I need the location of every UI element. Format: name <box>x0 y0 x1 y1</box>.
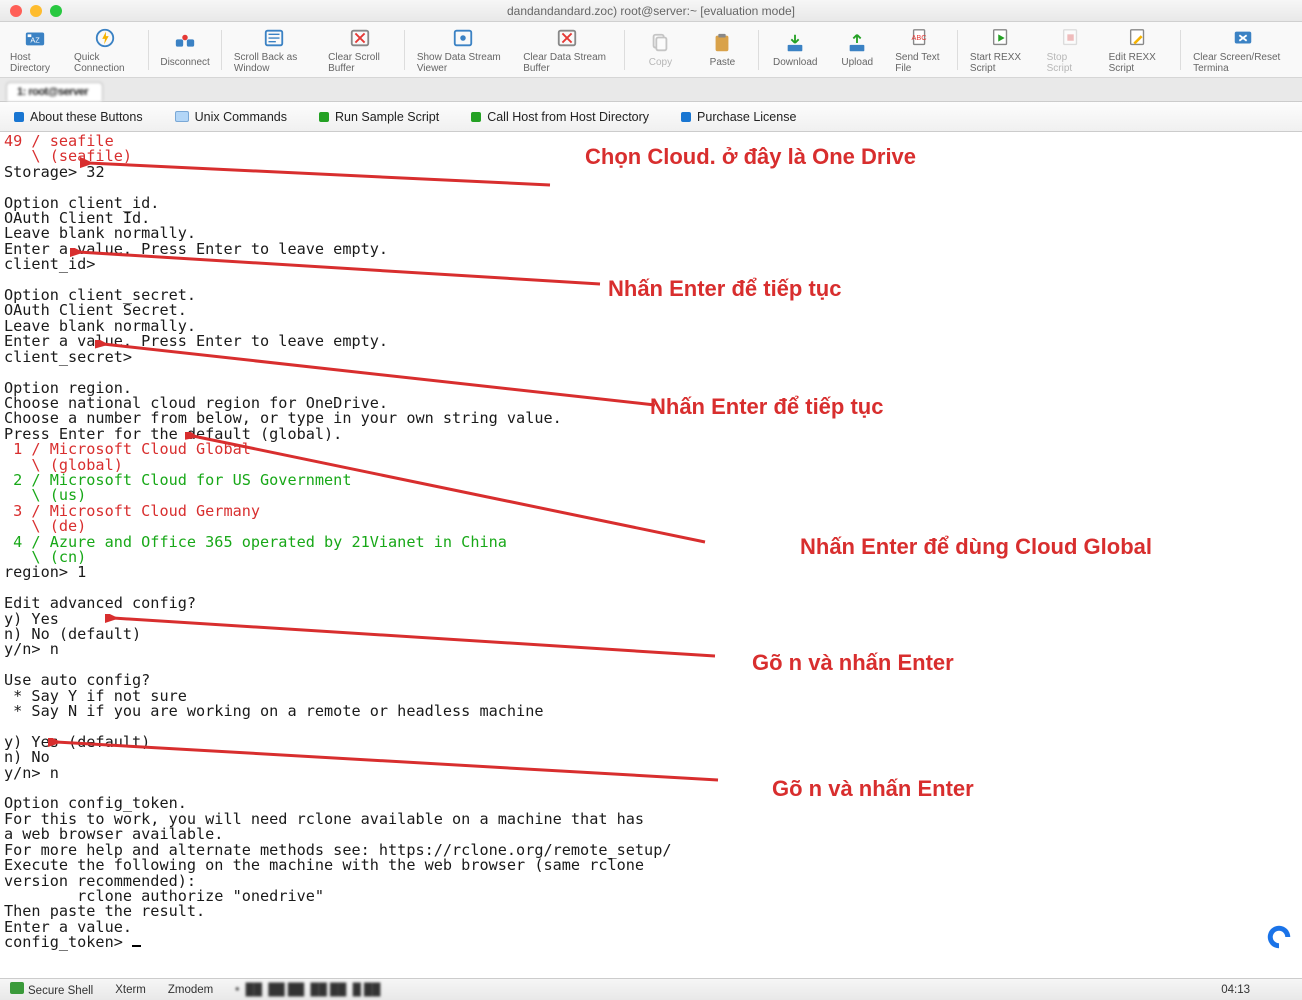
eye-icon <box>449 26 477 50</box>
copy-button: Copy <box>630 29 690 70</box>
toolbar-label: Clear Screen/Reset Termina <box>1193 52 1292 74</box>
folder-icon <box>175 111 189 122</box>
quick-connection-button[interactable]: Quick Connection <box>68 24 142 76</box>
traffic-lights <box>0 5 62 17</box>
scroll-back-button[interactable]: Scroll Back as Window <box>228 24 320 76</box>
button-bar: About these Buttons Unix Commands Run Sa… <box>0 102 1302 132</box>
send-text-file-button[interactable]: ABC Send Text File <box>889 24 951 76</box>
status-xterm: Xterm <box>115 984 146 996</box>
stop-script-button: Stop Script <box>1041 24 1101 76</box>
scroll-icon <box>260 26 288 50</box>
download-icon <box>781 31 809 55</box>
download-button[interactable]: Download <box>765 29 825 70</box>
start-rexx-button[interactable]: Start REXX Script <box>964 24 1039 76</box>
host-directory-button[interactable]: AZ Host Directory <box>4 24 66 76</box>
call-host-item[interactable]: Call Host from Host Directory <box>471 110 649 124</box>
corner-logo-icon <box>1264 922 1294 952</box>
minimize-icon[interactable] <box>30 5 42 17</box>
square-icon <box>681 112 691 122</box>
annotation-label: Nhấn Enter để dùng Cloud Global <box>800 534 1152 560</box>
toolbar-label: Show Data Stream Viewer <box>417 52 509 74</box>
edit-rexx-button[interactable]: Edit REXX Script <box>1103 24 1175 76</box>
send-icon: ABC <box>906 26 934 50</box>
toolbar-label: Disconnect <box>160 57 209 68</box>
bolt-icon <box>91 26 119 50</box>
upload-button[interactable]: Upload <box>827 29 887 70</box>
toolbar-label: Download <box>773 57 817 68</box>
status-bar: Secure Shell Xterm Zmodem • ██ ██ ██ ██ … <box>0 978 1302 1000</box>
clear-screen-button[interactable]: Clear Screen/Reset Termina <box>1187 24 1298 76</box>
tab-label: 1: root@server <box>17 86 88 98</box>
clear-icon <box>346 26 374 50</box>
toolbar-label: Copy <box>649 57 672 68</box>
status-time: 04:13 <box>1221 984 1250 996</box>
window-title: dandandandard.zoc) root@server:~ [evalua… <box>0 4 1302 18</box>
run-sample-item[interactable]: Run Sample Script <box>319 110 439 124</box>
toolbar-label: Clear Scroll Buffer <box>328 52 392 74</box>
reset-icon <box>1229 26 1257 50</box>
play-icon <box>987 26 1015 50</box>
session-tab[interactable]: 1: root@server <box>6 82 103 101</box>
clear-data-stream-button[interactable]: Clear Data Stream Buffer <box>517 24 617 76</box>
toolbar-label: Send Text File <box>895 52 945 74</box>
square-icon <box>319 112 329 122</box>
square-icon <box>14 112 24 122</box>
annotation-label: Chọn Cloud. ở đây là One Drive <box>585 144 916 170</box>
status-hidden: • ██ ██ ██ ██ ██ █ ██ <box>235 984 380 996</box>
clear2-icon <box>553 26 581 50</box>
square-icon <box>471 112 481 122</box>
toolbar: AZ Host Directory Quick Connection Disco… <box>0 22 1302 78</box>
unix-commands-item[interactable]: Unix Commands <box>175 110 287 124</box>
toolbar-label: Clear Data Stream Buffer <box>523 52 611 74</box>
paste-button[interactable]: Paste <box>692 29 752 70</box>
window-titlebar: dandandandard.zoc) root@server:~ [evalua… <box>0 0 1302 22</box>
edit-icon <box>1124 26 1152 50</box>
purchase-item[interactable]: Purchase License <box>681 110 796 124</box>
upload-icon <box>843 31 871 55</box>
annotation-label: Nhấn Enter để tiếp tục <box>608 276 841 302</box>
show-data-stream-button[interactable]: Show Data Stream Viewer <box>411 24 515 76</box>
annotation-label: Gõ n và nhấn Enter <box>752 650 954 676</box>
tab-strip: 1: root@server <box>0 78 1302 102</box>
terminal-area[interactable]: 49 / seafile \ (seafile) Storage> 32 Opt… <box>0 132 1302 978</box>
toolbar-label: Host Directory <box>10 52 60 74</box>
toolbar-label: Upload <box>841 57 873 68</box>
cursor-icon <box>132 945 141 947</box>
copy-icon <box>646 31 674 55</box>
about-buttons-item[interactable]: About these Buttons <box>14 110 143 124</box>
status-zmodem: Zmodem <box>168 984 213 996</box>
zoom-icon[interactable] <box>50 5 62 17</box>
clear-scroll-button[interactable]: Clear Scroll Buffer <box>322 24 398 76</box>
svg-text:ABC: ABC <box>912 32 928 41</box>
toolbar-label: Start REXX Script <box>970 52 1033 74</box>
annotation-label: Nhấn Enter để tiếp tục <box>650 394 883 420</box>
toolbar-label: Paste <box>710 57 736 68</box>
disconnect-button[interactable]: Disconnect <box>155 29 215 70</box>
annotation-label: Gõ n và nhấn Enter <box>772 776 974 802</box>
toolbar-label: Scroll Back as Window <box>234 52 314 74</box>
disconnect-icon <box>171 31 199 55</box>
stop-icon <box>1057 26 1085 50</box>
folder-az-icon: AZ <box>21 26 49 50</box>
status-secure-shell: Secure Shell <box>10 982 93 997</box>
toolbar-label: Edit REXX Script <box>1109 52 1169 74</box>
close-icon[interactable] <box>10 5 22 17</box>
paste-icon <box>708 31 736 55</box>
toolbar-label: Stop Script <box>1047 52 1095 74</box>
status-icon <box>10 982 24 994</box>
toolbar-label: Quick Connection <box>74 52 136 74</box>
svg-text:AZ: AZ <box>30 35 40 44</box>
